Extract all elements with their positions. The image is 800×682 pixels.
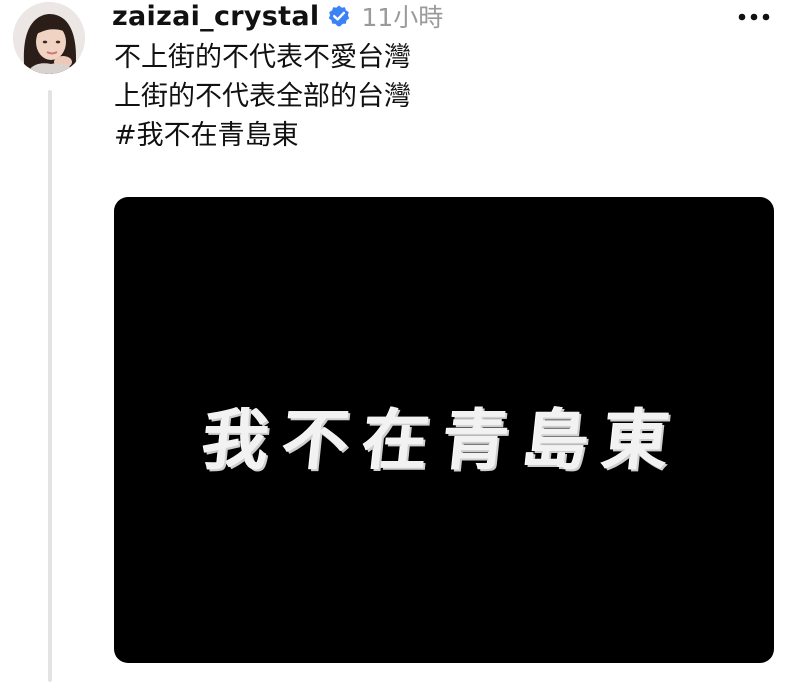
post-media-image[interactable]: 我不在青島東 xyxy=(114,197,774,663)
username[interactable]: zaizai_crystal xyxy=(112,1,319,32)
avatar-image xyxy=(13,2,85,74)
verified-badge-icon xyxy=(327,4,351,28)
thread-line xyxy=(48,90,52,682)
post-header: zaizai_crystal 11小時 xyxy=(112,0,443,34)
more-options-button[interactable] xyxy=(730,2,778,32)
post-text-line-1: 不上街的不代表不愛台灣 xyxy=(114,42,411,73)
media-caption: 我不在青島東 xyxy=(114,197,774,663)
media-caption-text: 我不在青島東 xyxy=(198,401,688,479)
post-text-line-2: 上街的不代表全部的台灣 xyxy=(114,81,411,112)
more-horizontal-icon xyxy=(738,13,770,21)
avatar[interactable] xyxy=(13,2,85,74)
post: zaizai_crystal 11小時 不上街的不代表不愛台灣 上街的不代表全部… xyxy=(0,0,800,682)
hashtag-link[interactable]: #我不在青島東 xyxy=(114,116,411,155)
post-text: 不上街的不代表不愛台灣 上街的不代表全部的台灣 #我不在青島東 xyxy=(114,38,411,155)
post-timestamp: 11小時 xyxy=(361,3,444,32)
